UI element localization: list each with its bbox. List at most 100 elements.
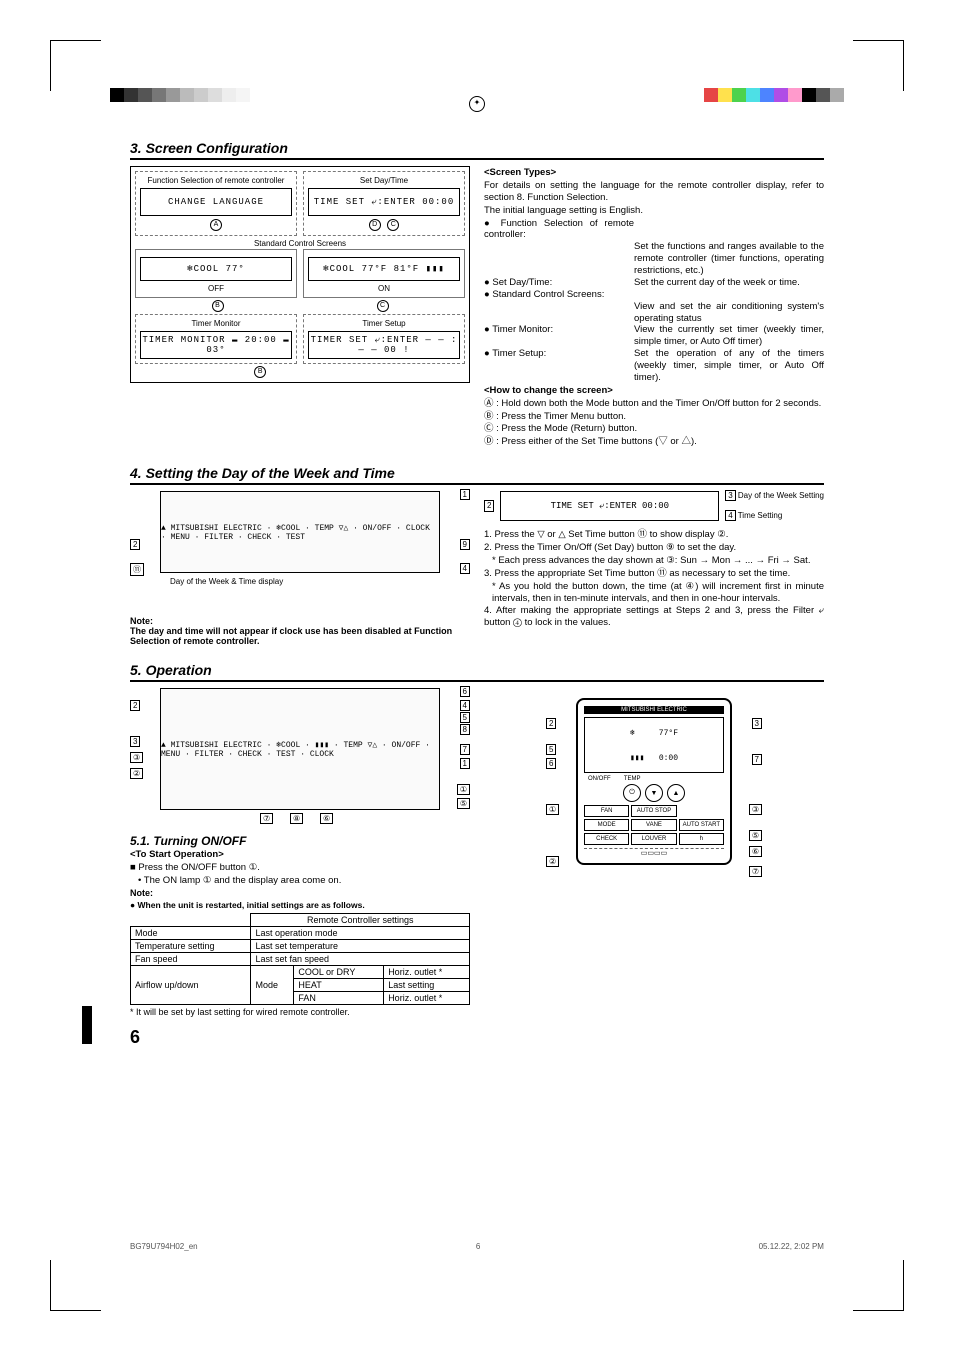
label-timer-setup: Timer Setup <box>362 319 405 328</box>
wired-remote-figure: ▲ MITSUBISHI ELECTRIC · ❄COOL · TEMP ▽△ … <box>160 491 440 573</box>
s5-note-line: ● When the unit is restarted, initial se… <box>130 900 470 911</box>
lcd-cool-on: ❄COOL 77°F 81°F ▮▮▮ <box>308 257 460 281</box>
wireless-remote-figure: MITSUBISHI ELECTRIC ❄ 77°F ▮▮▮ 0:00 ON/O… <box>576 698 732 865</box>
label-timer-monitor: Timer Monitor <box>191 319 240 328</box>
wc-3c: ③ <box>749 804 762 815</box>
c5-3: 3 <box>130 736 140 747</box>
registration-target-icon <box>469 96 485 112</box>
s4-step3a: * As you hold the button down, the time … <box>484 581 824 605</box>
st-item3-label: ● Timer Monitor: <box>484 324 634 348</box>
side-tab-marker <box>82 1006 92 1044</box>
howto-step-c: Ⓒ : Press the Mode (Return) button. <box>484 423 824 435</box>
s4-note-body: The day and time will not appear if cloc… <box>130 626 470 646</box>
callout-4a: 4 <box>460 563 470 574</box>
on-lamp: • The ON lamp ① and the display area com… <box>130 875 470 887</box>
sub-5-1: 5.1. Turning ON/OFF <box>130 834 470 848</box>
tbl-header: Remote Controller settings <box>251 913 470 926</box>
c5-8c: ⑧ <box>290 813 303 824</box>
wc-5c: ⑤ <box>749 830 762 841</box>
howto-step-b: Ⓑ : Press the Timer Menu button. <box>484 411 824 423</box>
label-off: OFF <box>140 284 292 293</box>
c5-1b: ① <box>457 784 470 795</box>
label-func-sel: Function Selection of remote controller <box>148 176 285 185</box>
st-item0-text: Set the functions and ranges available t… <box>634 241 824 277</box>
tbl-c21: Horiz. outlet * <box>384 991 470 1004</box>
callout-2a: 2 <box>130 539 140 550</box>
caption-daytime: Day of the Week & Time display <box>170 577 470 586</box>
marker-c2: C <box>377 300 389 312</box>
wc-1c: ① <box>546 804 559 815</box>
registration-colorbar-right <box>704 88 844 102</box>
btn-onoff[interactable]: ⏻ <box>623 784 641 802</box>
tbl-c20: FAN <box>294 991 384 1004</box>
wired-remote-figure-2: ▲ MITSUBISHI ELECTRIC · ❄COOL · ▮▮▮ · TE… <box>160 688 440 810</box>
settings-table: Remote Controller settings Mode Last oper… <box>130 913 470 1005</box>
btn-h[interactable]: h <box>679 833 724 845</box>
wc-2c: ② <box>546 856 559 867</box>
label-on: ON <box>308 284 460 293</box>
marker-a: A <box>210 219 222 231</box>
btn-autostart[interactable]: AUTO START <box>679 819 724 831</box>
marker-b2: B <box>254 366 266 378</box>
tbl-modelabel: Mode <box>251 965 294 1004</box>
st-item1-text: Set the current day of the week or time. <box>634 277 824 289</box>
legend-dayweek: Day of the Week Setting <box>738 491 824 500</box>
s5-note-title: Note: <box>130 888 470 899</box>
s4-step2a: * Each press advances the day shown at ③… <box>484 555 824 567</box>
c5-2c: ② <box>130 768 143 779</box>
howto-heading: <How to change the screen> <box>484 385 613 396</box>
st-item4-text: Set the operation of any of the timers (… <box>634 348 824 384</box>
tbl-c10: HEAT <box>294 978 384 991</box>
screen-types-intro2: The initial language setting is English. <box>484 205 824 217</box>
callout-3b: 3 <box>725 490 735 501</box>
footer: BG79U794H02_en 6 05.12.22, 2:02 PM <box>130 1242 824 1251</box>
btn-fan[interactable]: FAN <box>584 805 629 817</box>
btn-autostop[interactable]: AUTO STOP <box>631 805 676 817</box>
st-item0-label: ● Function Selection of remote controlle… <box>484 218 634 242</box>
c5-3c: ③ <box>130 752 143 763</box>
screen-types-heading: <Screen Types> <box>484 167 556 178</box>
tbl-c01: Horiz. outlet * <box>384 965 470 978</box>
section-3-heading: 3. Screen Configuration <box>130 140 824 160</box>
btn-mode[interactable]: MODE <box>584 819 629 831</box>
s4-step4: 4. After making the appropriate settings… <box>484 605 824 629</box>
callout-1: 1 <box>460 489 470 500</box>
st-item1-label: ● Set Day/Time: <box>484 277 634 289</box>
c5-6c: ⑥ <box>320 813 333 824</box>
footer-left: BG79U794H02_en <box>130 1242 198 1251</box>
to-start-heading: <To Start Operation> <box>130 849 224 860</box>
page-number: 6 <box>130 1027 824 1048</box>
callout-4c: 4 <box>725 510 735 521</box>
remote-brand: MITSUBISHI ELECTRIC <box>584 706 724 714</box>
tbl-airflow: Airflow up/down <box>131 965 251 1004</box>
c5-8: 8 <box>460 724 470 735</box>
btn-temp-up[interactable]: ▲ <box>667 784 685 802</box>
registration-colorbar-left <box>110 88 250 102</box>
wc-6: 6 <box>546 758 556 769</box>
label-std-ctrl: Standard Control Screens <box>135 239 465 248</box>
footer-mid: 6 <box>476 1242 480 1251</box>
btn-louver[interactable]: LOUVER <box>631 833 676 845</box>
s4-note-title: Note: <box>130 616 470 626</box>
legend-timesetting: Time Setting <box>738 511 783 520</box>
c5-7: 7 <box>460 744 470 755</box>
lcd-change-language: CHANGE LANGUAGE <box>140 188 292 216</box>
howto-step-d: Ⓓ : Press either of the Set Time buttons… <box>484 436 824 448</box>
press-onoff: ■ Press the ON/OFF button ①. <box>130 862 470 874</box>
tbl-r0-1: Last operation mode <box>251 926 470 939</box>
st-item3-text: View the currently set timer (weekly tim… <box>634 324 824 348</box>
lcd-cool-off: ❄COOL 77° <box>140 257 292 281</box>
section-5-heading: 5. Operation <box>130 662 824 682</box>
c5-2: 2 <box>130 700 140 711</box>
st-item2-label: ● Standard Control Screens: <box>484 289 634 301</box>
callout-11: ⑪ <box>130 563 144 576</box>
btn-temp-down[interactable]: ▼ <box>645 784 663 802</box>
footer-right: 05.12.22, 2:02 PM <box>759 1242 824 1251</box>
btn-vane[interactable]: VANE <box>631 819 676 831</box>
btn-check[interactable]: CHECK <box>584 833 629 845</box>
c5-4: 4 <box>460 700 470 711</box>
lcd-s4-timeset: TIME SET ⤶:ENTER 00:00 <box>500 491 719 521</box>
c5-6: 6 <box>460 686 470 697</box>
marker-c1: C <box>387 219 399 231</box>
tbl-c11: Last setting <box>384 978 470 991</box>
